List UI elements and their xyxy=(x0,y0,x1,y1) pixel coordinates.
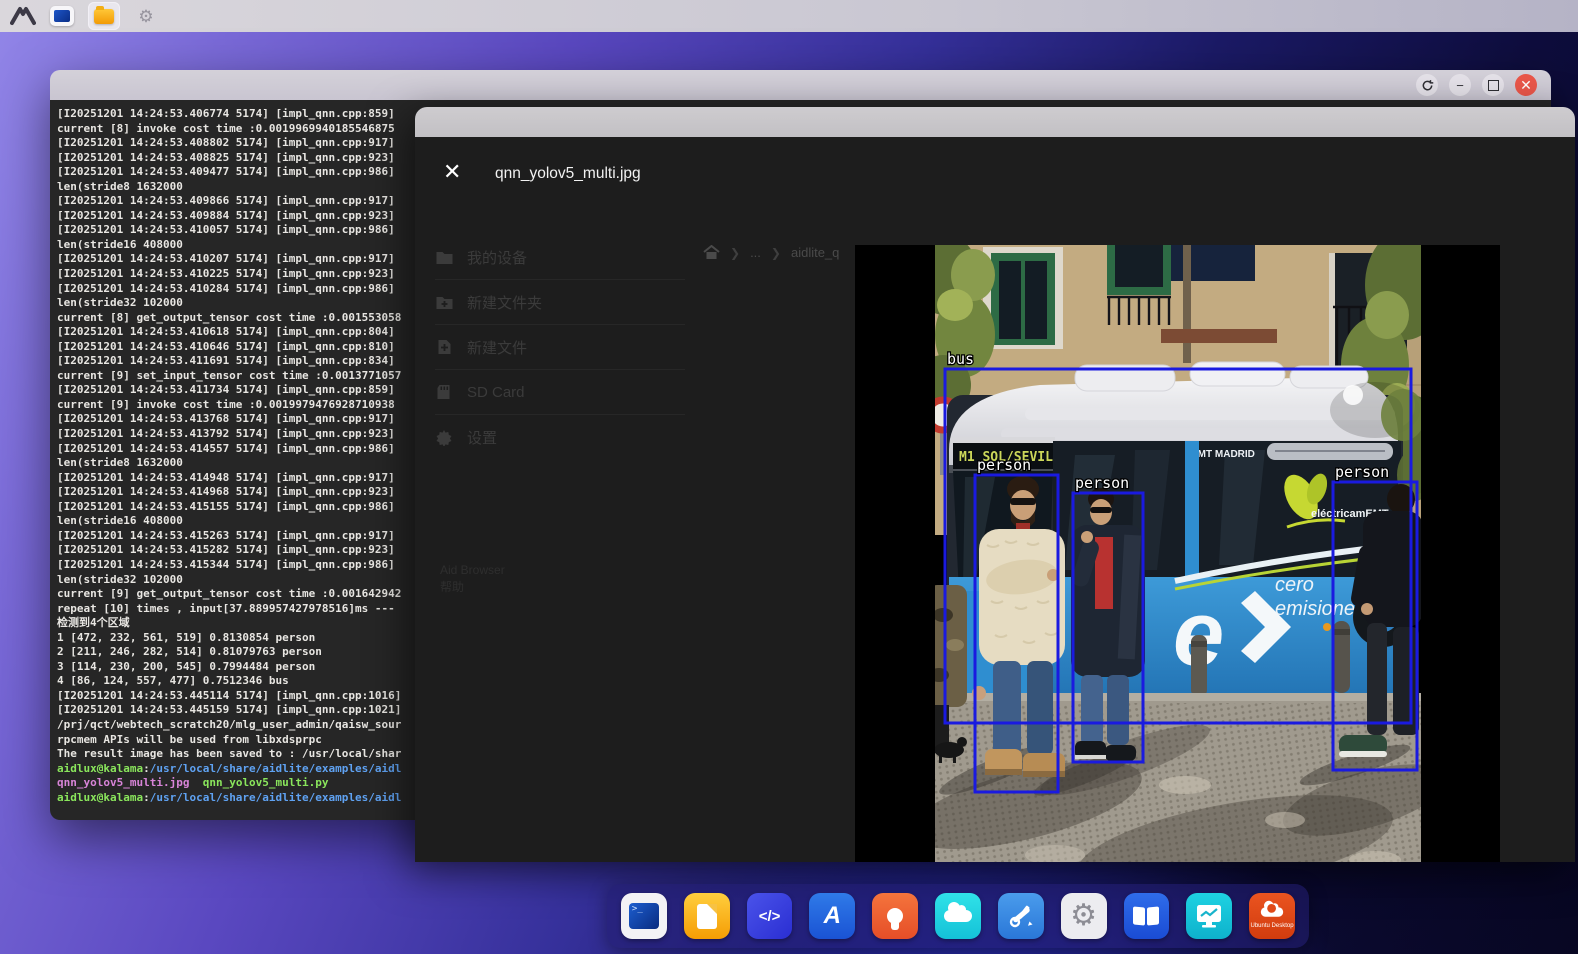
sidebar-item-label: 设置 xyxy=(467,429,498,447)
detection-label: bus xyxy=(947,350,974,368)
dock-tips-icon[interactable] xyxy=(872,893,919,939)
dock-docs-icon[interactable] xyxy=(1123,893,1170,939)
monitor-chart-icon xyxy=(1197,905,1222,928)
viewer-title-bar[interactable] xyxy=(415,107,1575,137)
topbar-settings-icon[interactable]: ⚙ xyxy=(130,2,162,30)
minimize-button[interactable]: − xyxy=(1449,74,1471,96)
refresh-button[interactable] xyxy=(1416,74,1438,96)
ubuntu-desktop-label: Ubuntu Desktop xyxy=(1250,922,1294,929)
sidebar-item-5[interactable]: 设置 xyxy=(435,415,685,459)
sidebar-item-label: SD Card xyxy=(467,383,525,401)
dock-ubuntu-desktop-icon[interactable]: Ubuntu Desktop xyxy=(1249,893,1295,939)
dock-system-monitor-icon[interactable] xyxy=(1186,893,1233,939)
maximize-button[interactable] xyxy=(1482,74,1504,96)
sd-card-icon xyxy=(437,384,450,399)
breadcrumb-ellipsis[interactable]: ... xyxy=(750,245,761,260)
aidlux-logo-icon xyxy=(10,7,36,25)
detection-label: person xyxy=(977,456,1031,474)
folder-plus-icon xyxy=(436,296,453,309)
chevron-right-icon: ❯ xyxy=(770,245,781,260)
topbar-files-icon[interactable] xyxy=(88,2,120,30)
bus-operator-text: EMT MADRID xyxy=(1191,449,1255,460)
dock-app-center-icon[interactable]: A xyxy=(809,893,856,939)
dock-code-editor-icon[interactable]: </> xyxy=(746,893,793,939)
bus-slogan-line1: cero xyxy=(1275,574,1314,596)
sidebar-item-1[interactable]: 我的设备 xyxy=(435,235,685,280)
top-bar: ⚙ xyxy=(0,0,1578,32)
dock-files-icon[interactable] xyxy=(683,893,730,939)
dock: </> A ⚙ Ubuntu Desktop xyxy=(607,884,1309,948)
file-plus-icon xyxy=(438,339,451,354)
sidebar-footer: Aid Browser 帮助 xyxy=(440,562,505,596)
viewer-sidebar: 我的设备新建文件夹新建文件 SD Card 设置 xyxy=(435,235,685,459)
close-button[interactable]: ✕ xyxy=(1515,74,1537,96)
viewer-content: ✕ qnn_yolov5_multi.jpg 我的设备新建文件夹新建文件 SD C… xyxy=(415,137,1575,862)
dock-settings-icon[interactable]: ⚙ xyxy=(1060,893,1107,939)
sidebar-item-label: 新建文件 xyxy=(467,339,528,357)
viewer-close-icon[interactable]: ✕ xyxy=(443,161,461,183)
terminal-title-bar[interactable]: − ✕ xyxy=(50,70,1551,100)
help-label[interactable]: 帮助 xyxy=(440,579,505,596)
folder-icon xyxy=(436,251,453,264)
sidebar-item-2[interactable]: 新建文件夹 xyxy=(435,280,685,325)
image-viewer-window: ✕ qnn_yolov5_multi.jpg 我的设备新建文件夹新建文件 SD C… xyxy=(415,107,1575,862)
dock-cloud-icon[interactable] xyxy=(935,893,981,939)
detection-label: person xyxy=(1335,463,1389,481)
topbar-terminal-icon[interactable] xyxy=(46,2,78,30)
gear-icon xyxy=(436,429,452,446)
sidebar-item-4[interactable]: SD Card xyxy=(435,370,685,415)
app-name-label: Aid Browser xyxy=(440,563,505,577)
sidebar-item-3[interactable]: 新建文件 xyxy=(435,325,685,370)
sidebar-item-label: 新建文件夹 xyxy=(467,294,543,312)
detection-label: person xyxy=(1075,474,1129,492)
photo-canvas: M1 SOL/SEVILLA EMT MADRID eléctricamEMTe… xyxy=(935,245,1421,862)
photo-viewport: M1 SOL/SEVILLA EMT MADRID eléctricamEMTe… xyxy=(855,245,1500,862)
sidebar-item-label: 我的设备 xyxy=(467,249,528,267)
viewer-image-title: qnn_yolov5_multi.jpg xyxy=(495,165,641,182)
chevron-right-icon: ❯ xyxy=(730,245,741,260)
home-icon[interactable] xyxy=(703,245,720,260)
refresh-icon xyxy=(1422,79,1433,90)
dock-toolbox-icon[interactable] xyxy=(997,893,1044,939)
wrench-pencil-icon xyxy=(1009,905,1033,928)
breadcrumb: ❯ ... ❯ aidlite_q xyxy=(703,245,839,260)
breadcrumb-current[interactable]: aidlite_q xyxy=(791,245,839,260)
dock-terminal-icon[interactable] xyxy=(621,893,667,939)
